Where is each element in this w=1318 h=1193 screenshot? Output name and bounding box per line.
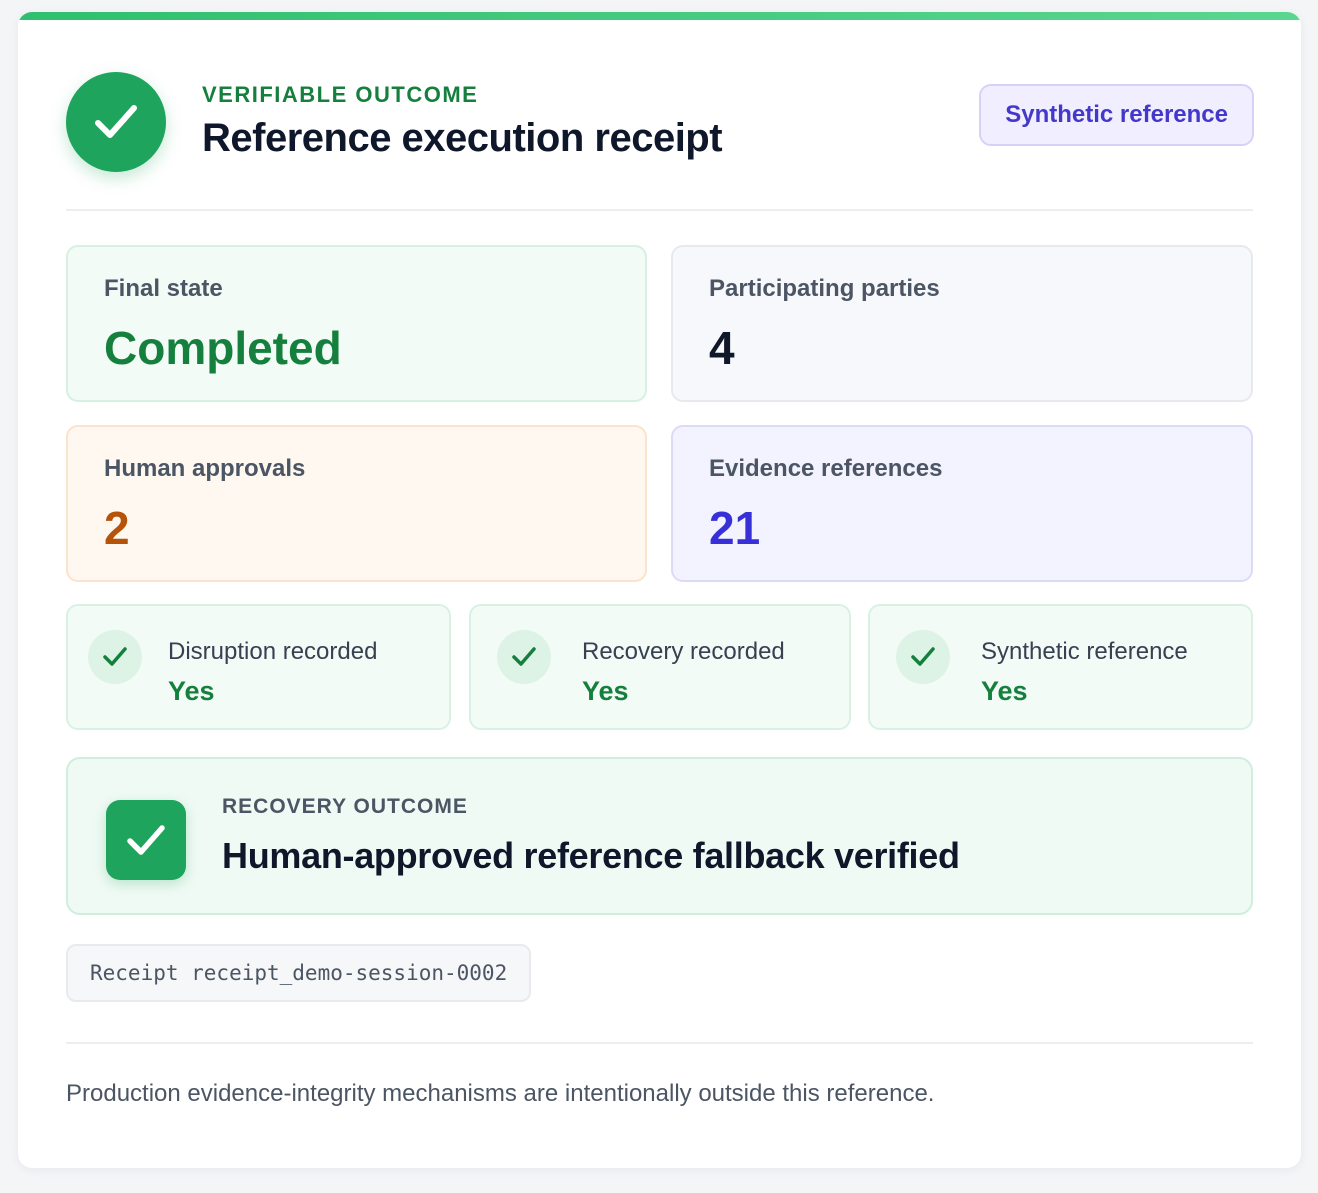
outcome-eyebrow: RECOVERY OUTCOME [222,795,468,818]
receipt-card: VERIFIABLE OUTCOME Reference execution r… [18,12,1301,1168]
recovery-outcome-panel: RECOVERY OUTCOME Human-approved referenc… [66,757,1253,915]
stat-value: 2 [104,502,130,554]
flag-value: Yes [168,676,215,706]
page-title: Reference execution receipt [202,116,723,160]
check-icon [497,630,551,684]
flag-recovery-recorded: Recovery recorded Yes [469,604,851,730]
header-eyebrow: VERIFIABLE OUTCOME [202,82,479,107]
receipt-header: VERIFIABLE OUTCOME Reference execution r… [66,72,1254,172]
flag-value: Yes [582,676,629,706]
stat-value: 4 [709,322,735,374]
flag-synthetic-reference: Synthetic reference Yes [868,604,1253,730]
stat-label: Human approvals [104,455,306,482]
flag-disruption-recorded: Disruption recorded Yes [66,604,451,730]
outcome-title: Human-approved reference fallback verifi… [222,835,960,876]
flag-label: Synthetic reference [981,638,1188,665]
header-divider [66,209,1253,211]
footnote: Production evidence-integrity mechanisms… [66,1080,935,1107]
synthetic-reference-badge: Synthetic reference [979,84,1254,146]
check-icon [88,630,142,684]
check-icon [66,72,166,172]
stat-evidence-references: Evidence references 21 [671,425,1253,582]
check-icon [106,800,186,880]
flag-value: Yes [981,676,1028,706]
stat-participating-parties: Participating parties 4 [671,245,1253,402]
check-icon [896,630,950,684]
receipt-id-chip: Receipt receipt_demo-session-0002 [66,944,532,1002]
stat-human-approvals: Human approvals 2 [66,425,647,582]
stat-label: Final state [104,275,223,302]
stat-value: Completed [104,322,342,374]
accent-bar [18,12,1301,20]
footer-divider [66,1042,1253,1044]
stat-value: 21 [709,502,761,554]
stat-label: Evidence references [709,455,943,482]
stat-label: Participating parties [709,275,940,302]
flag-label: Recovery recorded [582,638,785,665]
flag-label: Disruption recorded [168,638,378,665]
stat-final-state: Final state Completed [66,245,647,402]
